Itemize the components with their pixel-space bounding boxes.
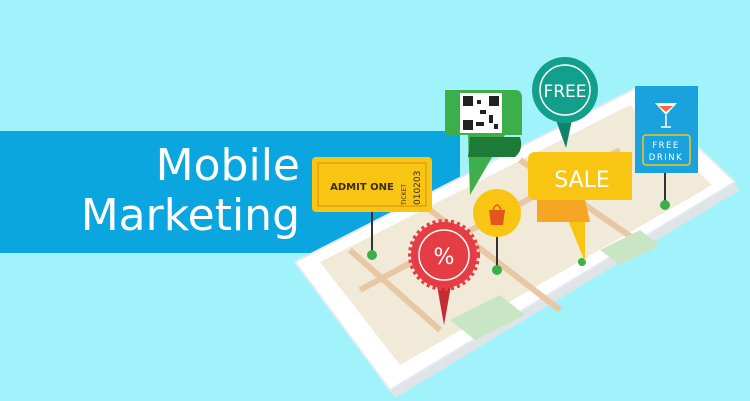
ticket-side-label: TICKET bbox=[401, 184, 408, 206]
shopping-bag-pin bbox=[473, 189, 521, 237]
drink-line1: FREE bbox=[652, 141, 680, 151]
free-badge-text: FREE bbox=[543, 82, 586, 102]
sale-text: SALE bbox=[554, 168, 610, 193]
ticket-number: 010203 bbox=[413, 171, 423, 205]
drink-line2: DRINK bbox=[649, 153, 683, 163]
illustration: ADMIT ONE TICKET 010203 FREE SALE % FREE… bbox=[293, 57, 740, 398]
percent-text: % bbox=[434, 245, 455, 270]
free-drink-coupon: FREE DRINK bbox=[635, 86, 698, 173]
shopping-bag-icon bbox=[489, 210, 505, 225]
admit-one-ticket: ADMIT ONE TICKET 010203 bbox=[312, 157, 432, 212]
ticket-main-text: ADMIT ONE bbox=[330, 182, 394, 193]
